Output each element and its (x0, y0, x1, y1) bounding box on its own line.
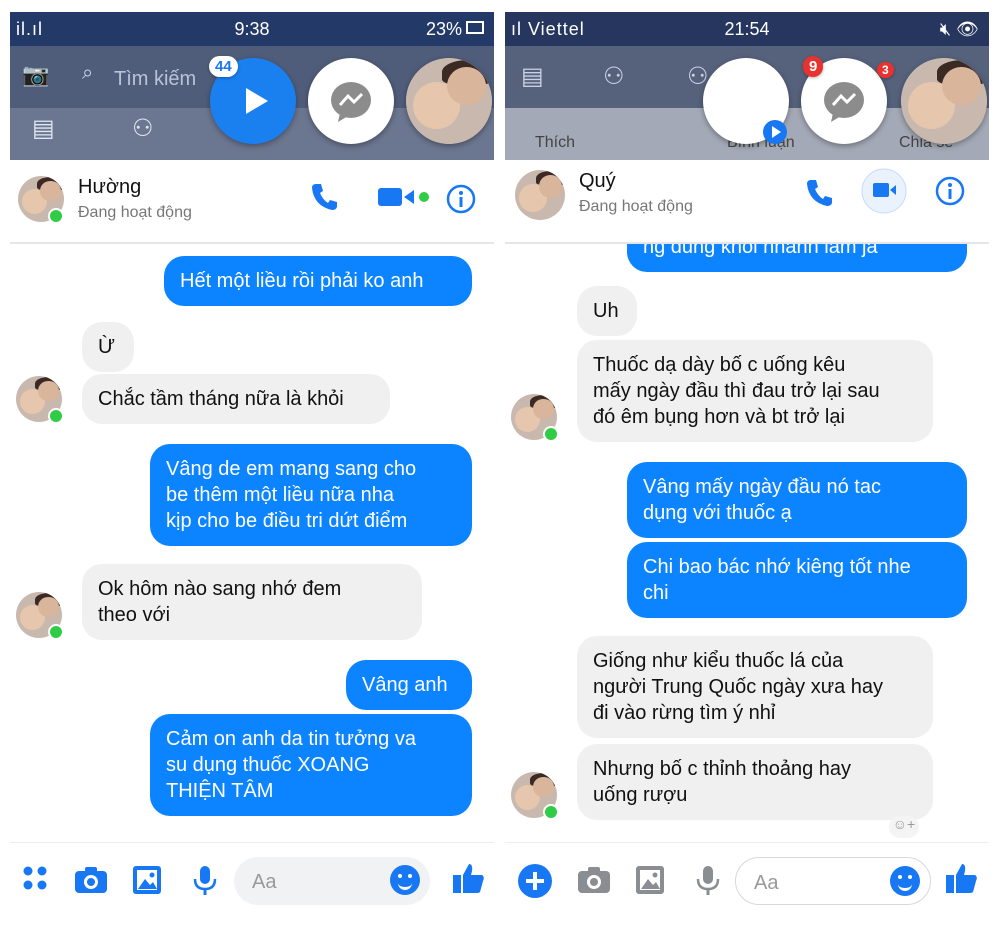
message-bubble[interactable]: Vâng anh (346, 660, 472, 710)
contact-chat-head[interactable] (901, 58, 987, 144)
info-icon[interactable] (446, 184, 476, 214)
messenger-count-badge: 9 (803, 56, 824, 77)
messenger-chat-head[interactable] (308, 58, 394, 144)
groups-icon[interactable]: ⚇ (603, 62, 625, 91)
messenger-icon (331, 82, 371, 122)
online-indicator (48, 624, 64, 640)
online-indicator (48, 408, 64, 424)
online-indicator (543, 804, 559, 820)
battery-percent: 23% (425, 19, 462, 39)
news-feed-icon[interactable]: ▤ (521, 62, 544, 91)
notification-count-badge: 3 (877, 62, 894, 78)
mute-icon: 🔇︎ 👁︎ (939, 19, 979, 39)
video-call-icon[interactable] (861, 168, 907, 214)
more-apps-icon[interactable] (22, 865, 50, 893)
message-bubble[interactable]: Ừ (82, 322, 134, 372)
message-bubble[interactable]: Uh (577, 286, 637, 336)
video-count-badge: 44 (209, 56, 238, 77)
contact-status: Đang hoạt động (78, 204, 192, 221)
like-post-label[interactable]: Thích (535, 134, 575, 152)
like-thumb-icon[interactable] (452, 861, 486, 895)
avatar[interactable] (515, 170, 565, 220)
contact-status: Đang hoạt động (579, 198, 693, 215)
emoji-icon[interactable] (390, 865, 420, 895)
message-bubble[interactable]: Thuốc dạ dày bố c uống kêu mấy ngày đầu … (577, 340, 933, 442)
message-bubble[interactable]: ng dung khoi nhanh lam ja (627, 244, 967, 272)
conversation-header: Hường Đang hoạt động (10, 160, 494, 244)
chat-head-photo (901, 58, 987, 144)
battery-indicator: 23% (426, 19, 484, 40)
contact-name[interactable]: Hường (78, 176, 141, 199)
composer-bar: Aa (505, 842, 989, 920)
composer-bar: Aa (10, 842, 494, 920)
status-bar: ıl Viettel 21:54 🔇︎ 👁︎ (505, 12, 989, 46)
left-screen: il.ıl 9:38 23% 📷 ⌕ Tìm kiếm ▤ ⚇ ☺ 44 Hườ… (10, 12, 494, 920)
message-bubble[interactable]: Giống như kiểu thuốc lá của người Trung … (577, 636, 933, 738)
phone-call-icon[interactable] (803, 176, 835, 208)
emoji-icon[interactable] (890, 866, 920, 896)
facebook-search-input[interactable]: Tìm kiếm (114, 68, 196, 91)
message-input[interactable]: Aa (735, 857, 931, 905)
message-thread: ng dung khoi nhanh lam ja Uh Thuốc dạ dà… (505, 244, 989, 838)
message-thread: Hết một liều rồi phải ko anh Ừ Chắc tầm … (10, 244, 494, 838)
conversation-header: Quý Đang hoạt động (505, 160, 989, 244)
microphone-icon[interactable] (695, 865, 721, 897)
camera-icon[interactable]: 📷 (22, 62, 49, 88)
right-screen: ıl Viettel 21:54 🔇︎ 👁︎ ▤ ⚇ ⚇ Thích Bình … (505, 12, 989, 920)
video-chat-head[interactable] (703, 58, 789, 144)
message-bubble[interactable]: Cảm on anh da tin tưởng va su dụng thuốc… (150, 714, 472, 816)
camera-icon[interactable] (74, 865, 108, 895)
message-input[interactable]: Aa (234, 857, 430, 905)
message-bubble[interactable]: Vâng de em mang sang cho be thêm một liề… (150, 444, 472, 546)
status-time: 9:38 (234, 19, 270, 39)
message-input-placeholder: Aa (252, 871, 277, 893)
message-bubble[interactable]: Chi bao bác nhớ kiêng tốt nhe chi (627, 542, 967, 618)
play-icon (763, 120, 787, 144)
add-reaction-icon[interactable]: ☺+ (889, 816, 919, 838)
video-call-icon[interactable] (378, 184, 432, 210)
message-bubble[interactable]: Chắc tầm tháng nữa là khỏi (82, 374, 390, 424)
message-bubble[interactable]: Vâng mấy ngày đầu nó tac dụng với thuốc … (627, 462, 967, 538)
message-bubble[interactable]: Nhưng bố c thỉnh thoảng hay uống rượu (577, 744, 933, 820)
contact-chat-head[interactable] (406, 58, 492, 144)
gallery-icon[interactable] (132, 865, 162, 895)
gallery-icon[interactable] (635, 865, 665, 895)
like-thumb-icon[interactable] (945, 861, 979, 895)
add-icon[interactable] (517, 863, 553, 899)
info-icon[interactable] (935, 176, 965, 206)
friends-icon[interactable]: ⚇ (132, 114, 154, 143)
message-input-placeholder: Aa (754, 872, 779, 894)
search-icon[interactable]: ⌕ (82, 62, 93, 85)
online-indicator (543, 426, 559, 442)
online-indicator (48, 208, 64, 224)
status-bar: il.ıl 9:38 23% (10, 12, 494, 46)
news-feed-icon[interactable]: ▤ (32, 114, 55, 143)
microphone-icon[interactable] (192, 865, 218, 897)
contact-name[interactable]: Quý (579, 170, 616, 193)
message-bubble[interactable]: Hết một liều rồi phải ko anh (164, 256, 472, 306)
chat-head-photo (406, 58, 492, 144)
battery-icon (466, 21, 484, 34)
camera-icon[interactable] (577, 865, 611, 895)
status-time: 21:54 (724, 19, 770, 39)
message-bubble[interactable]: Ok hôm nào sang nhớ đem theo với (82, 564, 422, 640)
phone-call-icon[interactable] (308, 180, 340, 212)
